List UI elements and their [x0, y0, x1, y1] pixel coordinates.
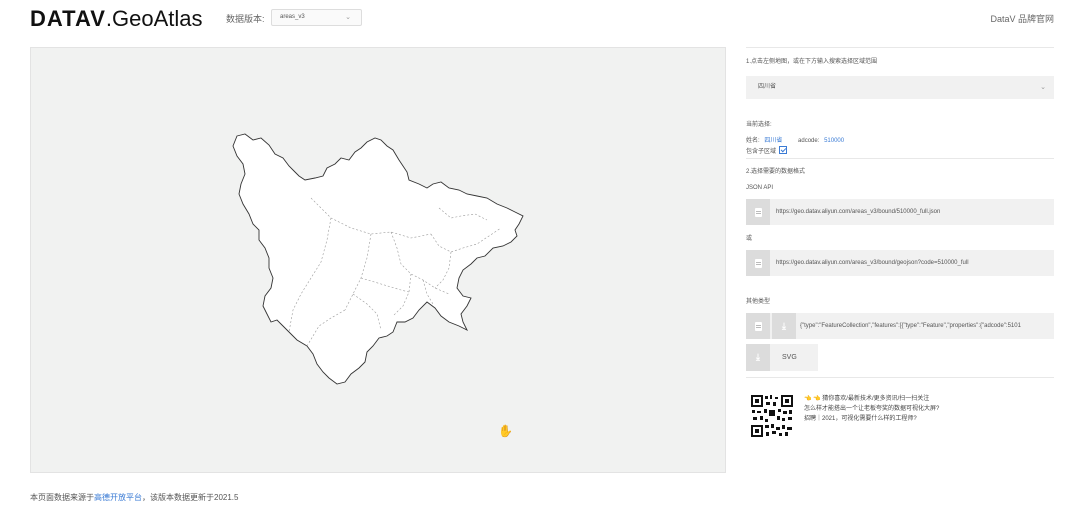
chevron-down-icon: ⌄ [345, 14, 351, 21]
map-panel[interactable]: ✋ [30, 47, 726, 473]
url-box-geojson[interactable]: https://geo.datav.aliyun.com/areas_v3/bo… [746, 250, 1054, 276]
include-sub-row: 包含子区域 [746, 146, 1054, 155]
selection-info: 姓名: 四川省 adcode: 510000 [746, 135, 1054, 144]
name-value: 四川省 [764, 138, 783, 144]
adcode-label: adcode: [798, 138, 820, 144]
logo-light: .GeoAtlas [105, 6, 203, 31]
province-outline[interactable] [232, 133, 524, 385]
header: DATAV.GeoAtlas 数据版本: areas_v3 ⌄ DataV 品牌… [0, 0, 1079, 38]
download-icon[interactable]: ⤓ [772, 313, 796, 339]
qr-code-icon [750, 394, 794, 438]
url-geojson[interactable]: https://geo.datav.aliyun.com/areas_v3/bo… [776, 250, 1052, 276]
footer: 本页面数据来源于高德开放平台，该版本数据更新于2021.5 [30, 492, 238, 503]
geojson-box[interactable]: ⤓ {"type":"FeatureCollection","features"… [746, 313, 1054, 339]
download-icon[interactable]: ⤓ [746, 344, 770, 371]
divider [746, 47, 1054, 48]
copy-icon[interactable] [746, 313, 770, 339]
url-full[interactable]: https://geo.datav.aliyun.com/areas_v3/bo… [776, 199, 1052, 225]
adcode-value: 510000 [824, 138, 845, 144]
region-value: 四川省 [758, 84, 777, 90]
divider [746, 158, 1054, 159]
logo[interactable]: DATAV.GeoAtlas [30, 6, 203, 32]
province-shape[interactable] [232, 133, 524, 385]
svg-label: SVG [782, 354, 797, 361]
other-types-label: 其他类型 [746, 299, 771, 305]
url-box-full[interactable]: https://geo.datav.aliyun.com/areas_v3/bo… [746, 199, 1054, 225]
step1-label: 1.点击左侧地图，或在下方输入搜索选择区域范围 [746, 59, 878, 65]
copy-icon[interactable] [746, 199, 770, 225]
current-selection-label: 当前选择: [746, 122, 772, 128]
amap-link[interactable]: 高德开放平台 [94, 493, 142, 502]
logo-bold: DATAV [30, 6, 106, 31]
brand-link[interactable]: DataV 品牌官网 [990, 12, 1054, 25]
region-select[interactable]: 四川省 ⌄ [746, 76, 1054, 99]
promo-line1: 👈 👈 猜你喜欢/最新技术/更多资讯/扫一扫关注 [804, 396, 930, 402]
include-sub-checkbox[interactable] [779, 146, 788, 154]
footer-prefix: 本页面数据来源于 [30, 493, 94, 502]
promo-link-1[interactable]: 怎么样才能搭出一个让老板夸奖的数据可视化大屏? [804, 404, 939, 414]
chevron-down-icon: ⌄ [1040, 84, 1046, 91]
footer-suffix: ，该版本数据更新于2021.5 [142, 493, 239, 502]
step2-label: 2.选择需要的数据格式 [746, 169, 806, 175]
include-sub-label: 包含子区域 [746, 149, 777, 155]
name-label: 姓名: [746, 138, 760, 144]
geojson-preview[interactable]: {"type":"FeatureCollection","features":[… [800, 313, 1052, 339]
side-panel: 1.点击左侧地图，或在下方输入搜索选择区域范围 四川省 ⌄ 当前选择: 姓名: … [746, 47, 1054, 378]
json-api-label: JSON API [746, 185, 774, 191]
map-svg[interactable] [31, 48, 727, 474]
hand-cursor-icon: ✋ [498, 424, 513, 438]
version-select[interactable]: areas_v3 ⌄ [271, 9, 362, 26]
or-label: 或 [746, 236, 753, 242]
version-label: 数据版本: [226, 14, 265, 24]
svg-download-button[interactable]: ⤓ SVG [746, 344, 818, 371]
divider [746, 377, 1054, 378]
promo-link-2[interactable]: 招聘｜2021，可视化需要什么样的工程师? [804, 414, 917, 424]
copy-icon[interactable] [746, 250, 770, 276]
version-value: areas_v3 [280, 14, 305, 20]
